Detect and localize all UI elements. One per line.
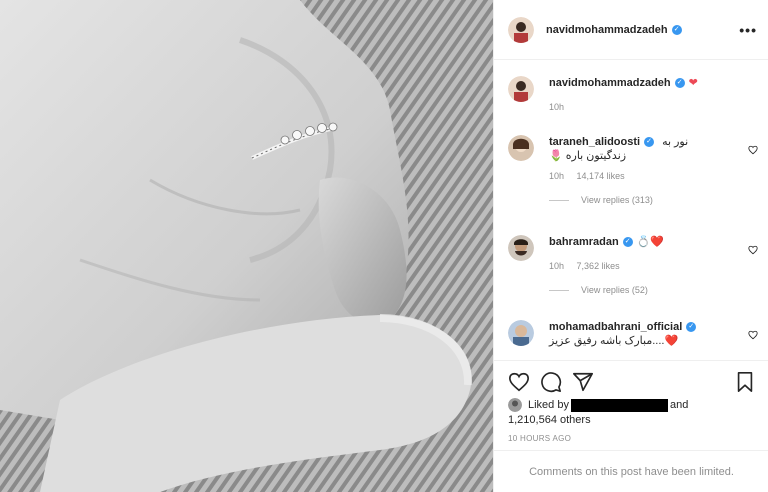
caption-time[interactable]: 10h [549, 102, 564, 112]
comment-meta: 10h 7,362 likes [549, 261, 739, 271]
comment-text: نور به [662, 136, 689, 148]
heart-icon [509, 372, 529, 392]
more-icon[interactable]: ••• [739, 22, 757, 38]
replies-dash [549, 289, 569, 291]
heart-icon[interactable] [748, 245, 758, 255]
likes-section: Liked by and 1,210,564 others 10 HOURS A… [508, 398, 758, 443]
share-icon [573, 372, 593, 392]
verified-icon: ✓ [686, 322, 697, 332]
author-username[interactable]: navidmohammadzadeh [546, 24, 668, 36]
liked-by-line: Liked by and [508, 398, 758, 412]
likes-count[interactable]: 1,210,564 others [508, 414, 758, 426]
caption-line: navidmohammadzadeh ✓ ❤ [549, 76, 739, 90]
comment-username[interactable]: bahramradan [549, 235, 619, 249]
comment-button[interactable] [540, 371, 562, 393]
instagram-post: navidmohammadzadeh ✓ ••• navidmohammadza… [0, 0, 768, 492]
comment-likes[interactable]: 7,362 likes [577, 261, 620, 271]
comment-text: ❤️💍 [636, 236, 665, 248]
verified-icon: ✓ [644, 137, 655, 147]
comment-body: taraneh_alidoosti ✓ نور به زندگیتون باره… [549, 135, 739, 205]
hand-ring-photo [0, 0, 493, 492]
action-bar [494, 360, 768, 400]
caption-username[interactable]: navidmohammadzadeh [549, 76, 671, 90]
comment-meta: 10h 14,174 likes [549, 171, 739, 181]
view-replies-label: View replies (52) [581, 285, 648, 295]
comment-avatar[interactable] [508, 320, 534, 346]
heart-icon[interactable] [748, 330, 758, 340]
comment-likes[interactable]: 14,174 likes [577, 171, 625, 181]
comment-body: mohamadbahrani_official ✓ ❤️....مبارک با… [549, 320, 739, 348]
liked-by-suffix: and [669, 399, 689, 411]
heart-emoji: ❤ [688, 77, 698, 89]
redacted-username [570, 398, 668, 412]
comment-line: bahramradan ✓ ❤️💍 [549, 235, 739, 249]
liker-avatar[interactable] [508, 398, 522, 412]
view-replies-button[interactable]: View replies (313) [549, 195, 739, 205]
author-avatar[interactable] [508, 16, 534, 43]
replies-dash [549, 199, 569, 201]
comment-text-line2: زندگیتون باره 🌷 [549, 150, 627, 162]
post-photo[interactable] [0, 0, 493, 492]
verified-icon: ✓ [674, 78, 685, 88]
view-replies-button[interactable]: View replies (52) [549, 285, 739, 295]
comment-body: bahramradan ✓ ❤️💍 10h 7,362 likes View r… [549, 235, 739, 295]
share-button[interactable] [572, 371, 594, 393]
verified-icon: ✓ [622, 237, 633, 247]
comment-avatar[interactable] [508, 235, 534, 261]
comments-limited-notice: Comments on this post have been limited. [494, 450, 768, 492]
comment-icon [541, 372, 562, 393]
caption-avatar[interactable] [508, 76, 534, 102]
comment-username[interactable]: taraneh_alidoosti [549, 135, 640, 149]
comment-avatar[interactable] [508, 135, 534, 161]
post-header: navidmohammadzadeh ✓ ••• [494, 0, 768, 60]
liked-by-prefix: Liked by [528, 399, 569, 411]
post-timestamp[interactable]: 10 HOURS AGO [508, 434, 758, 443]
bookmark-icon [737, 372, 753, 392]
comment-text: ❤️....مبارک باشه رفیق عزیز [549, 335, 679, 347]
like-button[interactable] [508, 371, 530, 393]
caption-body: navidmohammadzadeh ✓ ❤ 10h [549, 76, 739, 112]
post-side-panel: navidmohammadzadeh ✓ ••• navidmohammadza… [493, 0, 768, 492]
comments-list: navidmohammadzadeh ✓ ❤ 10h taraneh_alido… [494, 60, 768, 360]
view-replies-label: View replies (313) [581, 195, 653, 205]
comment-time[interactable]: 10h [549, 261, 564, 271]
heart-icon[interactable] [748, 145, 758, 155]
bookmark-button[interactable] [734, 371, 756, 393]
verified-icon: ✓ [671, 24, 682, 35]
comment-line: taraneh_alidoosti ✓ نور به [549, 135, 739, 149]
comment-line: mohamadbahrani_official ✓ [549, 320, 739, 334]
caption-meta: 10h [549, 102, 739, 112]
comment-username[interactable]: mohamadbahrani_official [549, 320, 682, 334]
comment-time[interactable]: 10h [549, 171, 564, 181]
